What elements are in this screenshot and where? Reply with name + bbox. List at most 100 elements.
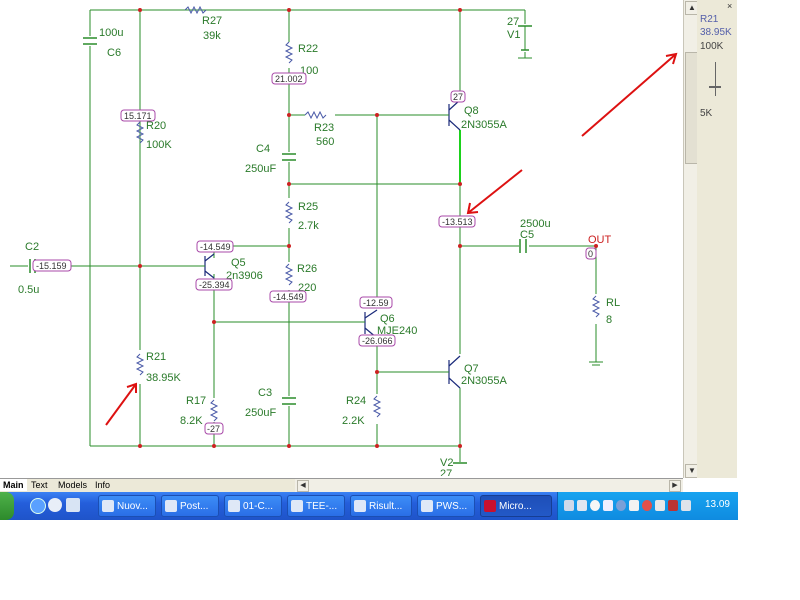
media-icon[interactable] (48, 498, 62, 512)
r21-slider-panel[interactable]: × R21 38.95K 100K 5K (697, 0, 737, 478)
c2-ref: C2 (25, 241, 39, 253)
scroll-left-arrow-icon[interactable]: ◀ (297, 480, 309, 492)
r20-value: 100K (146, 139, 172, 151)
node-voltage: -15.159 (36, 261, 67, 271)
c6-ref: C6 (107, 47, 121, 59)
r23-value: 560 (316, 136, 334, 148)
scroll-right-arrow-icon[interactable]: ▶ (669, 480, 681, 492)
window-icon (421, 500, 433, 512)
r17-value: 8.2K (180, 415, 203, 427)
rl-ref: RL (606, 297, 620, 309)
tray-icon[interactable] (629, 500, 639, 511)
node-voltage: -25.394 (199, 280, 230, 290)
system-tray: 13.09 (557, 492, 738, 520)
node-voltage: -12.59 (363, 298, 389, 308)
v1-ref: V1 (507, 29, 520, 41)
r24-value: 2.2K (342, 415, 365, 427)
vertical-scrollbar[interactable]: ▲ ▼ (683, 0, 699, 478)
slider-max: 100K (700, 41, 724, 52)
taskbar-button[interactable]: Post... (161, 495, 219, 517)
taskbar-button[interactable]: Nuov... (98, 495, 156, 517)
tab-main[interactable]: Main (0, 479, 27, 491)
c4-value: 250uF (245, 163, 276, 175)
taskbar-button[interactable]: 01-C... (224, 495, 282, 517)
r21-ref: R21 (146, 351, 166, 363)
taskbar-button-label: 01-C... (243, 501, 274, 512)
r20-ref: R20 (146, 120, 166, 132)
window-icon (354, 500, 366, 512)
q6-ref: Q6 (380, 313, 395, 325)
node-voltage: -26.066 (362, 336, 393, 346)
rl-value: 8 (606, 314, 612, 326)
r27-value: 39k (203, 30, 221, 42)
r23-ref: R23 (314, 122, 334, 134)
r21-value: 38.95K (146, 372, 182, 384)
slider-min: 5K (700, 108, 713, 119)
c5-ref: C5 (520, 229, 534, 241)
close-icon[interactable]: × (727, 1, 732, 11)
slider-current-value: 38.95K (700, 27, 732, 38)
node-voltage: -14.549 (273, 292, 304, 302)
slider-knob[interactable] (709, 86, 721, 88)
horizontal-scrollbar[interactable]: ◀ ▶ (295, 478, 683, 492)
window-icon (102, 500, 114, 512)
taskbar: Nuov... Post... 01-C... TEE-... Risult..… (0, 492, 738, 520)
r26-ref: R26 (297, 263, 317, 275)
clock[interactable]: 13.09 (705, 499, 730, 510)
taskbar-button[interactable]: TEE-... (287, 495, 345, 517)
tray-icon[interactable] (564, 500, 574, 511)
v1-value: 27 (507, 16, 519, 28)
tray-icon[interactable] (655, 500, 665, 511)
tray-icon[interactable] (577, 500, 587, 511)
node-voltage: 27 (453, 92, 463, 102)
r24-ref: R24 (346, 395, 366, 407)
out-label: OUT (588, 234, 612, 246)
q5-ref: Q5 (231, 257, 246, 269)
slider-name: R21 (700, 14, 719, 25)
start-button[interactable] (0, 492, 14, 520)
taskbar-button-label: TEE-... (306, 501, 338, 512)
r25-value: 2.7k (298, 220, 319, 232)
tray-icon[interactable] (603, 500, 613, 511)
shield-icon[interactable] (642, 500, 652, 511)
window-icon (165, 500, 177, 512)
tab-models[interactable]: Models (55, 479, 90, 491)
q7-value: 2N3055A (461, 375, 508, 387)
tab-info[interactable]: Info (92, 479, 113, 491)
c6-value: 100u (99, 27, 123, 39)
window-icon (228, 500, 240, 512)
r22-ref: R22 (298, 43, 318, 55)
taskbar-button-label: Post... (180, 501, 209, 512)
taskbar-button-label: Nuov... (117, 501, 148, 512)
r25-ref: R25 (298, 201, 318, 213)
window-icon (484, 500, 496, 512)
node-voltage: -13.513 (442, 217, 473, 227)
r17-ref: R17 (186, 395, 206, 407)
tray-icon[interactable] (668, 500, 678, 511)
taskbar-button-label: Risult... (369, 501, 403, 512)
c2-value: 0.5u (18, 284, 39, 296)
sheet-tabs: Main Text Models Info (0, 478, 295, 492)
ie-icon[interactable] (30, 498, 46, 514)
q8-ref: Q8 (464, 105, 479, 117)
node-voltage: 0 (588, 249, 593, 259)
schematic-drawing[interactable]: 100u C6 R27 39k R22 100 27 V1 R20 100K R… (0, 0, 682, 476)
node-voltage: -27 (207, 424, 220, 434)
tab-text[interactable]: Text (28, 479, 51, 491)
v2-value: 27 (440, 468, 452, 476)
desktop-icon[interactable] (66, 498, 80, 512)
taskbar-button-label: PWS... (436, 501, 468, 512)
info-icon[interactable] (590, 500, 600, 511)
c3-value: 250uF (245, 407, 276, 419)
speaker-icon[interactable] (681, 500, 691, 511)
c4-ref: C4 (256, 143, 270, 155)
taskbar-button[interactable]: Risult... (350, 495, 412, 517)
taskbar-button-active[interactable]: Micro... (480, 495, 552, 517)
q7-ref: Q7 (464, 363, 479, 375)
c3-ref: C3 (258, 387, 272, 399)
tray-icon[interactable] (616, 500, 626, 511)
slider-track[interactable] (715, 62, 716, 96)
schematic-canvas[interactable]: 100u C6 R27 39k R22 100 27 V1 R20 100K R… (0, 0, 682, 476)
r27-ref: R27 (202, 15, 222, 27)
taskbar-button[interactable]: PWS... (417, 495, 475, 517)
